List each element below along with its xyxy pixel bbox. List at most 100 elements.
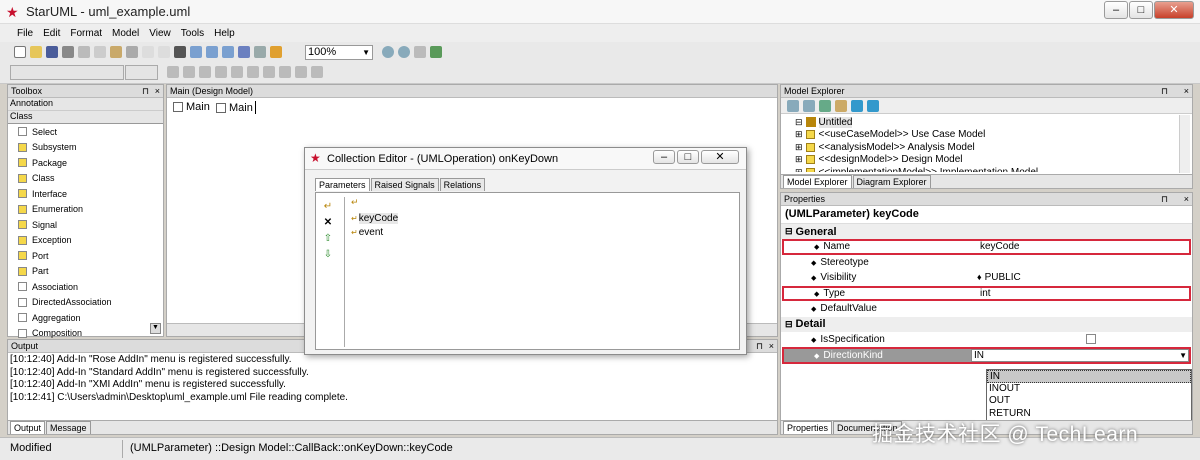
prop-value[interactable]: int — [974, 288, 991, 299]
paste-icon[interactable] — [110, 46, 122, 58]
find-icon[interactable] — [174, 46, 186, 58]
diagram-tab-main[interactable]: Main — [173, 101, 210, 113]
dropdown-option-in[interactable]: IN — [987, 370, 1191, 383]
toolbox-item-select[interactable]: Select — [8, 124, 163, 140]
dropdown-option-inout[interactable]: INOUT — [987, 383, 1191, 396]
bring-front-icon[interactable] — [295, 66, 307, 78]
sort-desc-icon[interactable] — [803, 99, 815, 112]
redo-icon[interactable] — [158, 46, 170, 58]
toolbox-item-class[interactable]: Class — [8, 171, 163, 187]
dialog-close-button[interactable]: ✕ — [701, 150, 739, 164]
tree-root[interactable]: ⊟ Untitled — [795, 116, 1192, 129]
line-style-icon[interactable] — [215, 66, 227, 78]
tab-parameters[interactable]: Parameters — [315, 178, 370, 191]
tree-item[interactable]: ⊞ <<analysisModel>> Analysis Model — [795, 141, 1192, 154]
toolbox-item-exception[interactable]: Exception — [8, 233, 163, 249]
param-item[interactable]: ↵ event — [351, 225, 738, 239]
save-icon[interactable] — [46, 46, 58, 58]
close-icon[interactable]: × — [1184, 85, 1189, 97]
pin-icon[interactable]: ⊓ — [1161, 193, 1168, 205]
prop-row-name[interactable]: ◆ Name keyCode — [782, 239, 1191, 255]
isspecification-checkbox[interactable] — [1086, 334, 1096, 345]
dialog-maximize-button[interactable]: □ — [677, 150, 699, 164]
move-down-icon[interactable] — [867, 99, 879, 112]
diagram2-icon[interactable] — [206, 46, 218, 58]
param-item[interactable]: ↵ keyCode — [351, 211, 738, 225]
expand-icon[interactable]: ⊞ — [795, 129, 803, 140]
toolbox-item-part[interactable]: Part — [8, 264, 163, 280]
menu-edit[interactable]: Edit — [38, 28, 65, 39]
wand-icon[interactable] — [835, 99, 847, 112]
tree-item[interactable]: ⊞ <<designModel>> Design Model — [795, 154, 1192, 167]
toolbox-item-aggregation[interactable]: Aggregation — [8, 310, 163, 326]
zoom-out-icon[interactable] — [398, 46, 410, 58]
pin-icon[interactable]: ⊓ — [142, 85, 149, 97]
open-icon[interactable] — [30, 46, 42, 58]
toolbox-item-directedassociation[interactable]: DirectedAssociation — [8, 295, 163, 311]
expand-icon[interactable]: ⊞ — [795, 154, 803, 165]
add-param-icon[interactable]: ↵ — [321, 199, 335, 215]
menu-view[interactable]: View — [144, 28, 176, 39]
copy-icon[interactable] — [94, 46, 106, 58]
expand-icon[interactable]: ⊞ — [795, 142, 803, 153]
new-param-row[interactable]: ↵ — [351, 197, 738, 211]
export-icon[interactable] — [430, 46, 442, 58]
tree-item[interactable]: ⊞ <<implementationModel>> Implementation … — [795, 166, 1192, 172]
tree-item[interactable]: ⊞ <<useCaseModel>> Use Case Model — [795, 129, 1192, 142]
move-up-icon[interactable]: ⇧ — [321, 231, 335, 247]
toolbox-item-association[interactable]: Association — [8, 279, 163, 295]
section-general[interactable]: ⊟ General — [781, 224, 1192, 239]
prop-row-isspecification[interactable]: ◆ IsSpecification — [781, 332, 1192, 348]
align-top-icon[interactable] — [263, 66, 275, 78]
align-left-icon[interactable] — [231, 66, 243, 78]
toolbox-group-class[interactable]: Class — [8, 111, 163, 124]
menu-help[interactable]: Help — [209, 28, 240, 39]
menu-file[interactable]: File — [12, 28, 38, 39]
diagram-tab-main-2[interactable]: Main — [216, 101, 256, 114]
tab-model-explorer[interactable]: Model Explorer — [783, 175, 852, 188]
layout-icon[interactable] — [254, 46, 266, 58]
toolbox-item-subsystem[interactable]: Subsystem — [8, 140, 163, 156]
dialog-minimize-button[interactable]: – — [653, 150, 675, 164]
prop-row-defaultvalue[interactable]: ◆ DefaultValue — [781, 301, 1192, 317]
toolbox-item-package[interactable]: Package — [8, 155, 163, 171]
prop-value[interactable]: keyCode — [974, 241, 1019, 252]
diagram-icon[interactable] — [190, 46, 202, 58]
pin-icon[interactable]: ⊓ — [756, 340, 763, 352]
prop-row-visibility[interactable]: ◆ Visibility ♦ PUBLIC — [781, 270, 1192, 286]
line-color-icon[interactable] — [183, 66, 195, 78]
font-combo[interactable] — [10, 65, 124, 80]
send-back-icon[interactable] — [311, 66, 323, 78]
prop-row-directionkind[interactable]: ◆ DirectionKind IN ▼ — [782, 347, 1191, 364]
minimize-button[interactable]: – — [1104, 1, 1128, 19]
collapse-icon[interactable]: ⊟ — [795, 117, 803, 128]
tab-raised-signals[interactable]: Raised Signals — [370, 178, 439, 191]
section-detail[interactable]: ⊟ Detail — [781, 316, 1192, 332]
align-right-icon[interactable] — [247, 66, 259, 78]
move-up-icon[interactable] — [851, 99, 863, 112]
size-combo[interactable] — [125, 65, 158, 80]
tab-message[interactable]: Message — [46, 421, 91, 434]
maximize-button[interactable]: □ — [1129, 1, 1153, 19]
tab-properties[interactable]: Properties — [783, 421, 833, 434]
dropdown-option-out[interactable]: OUT — [987, 395, 1191, 408]
align-bottom-icon[interactable] — [279, 66, 291, 78]
font-color-icon[interactable] — [167, 66, 179, 78]
menu-format[interactable]: Format — [65, 28, 107, 39]
close-icon[interactable]: × — [1184, 193, 1189, 205]
undo-icon[interactable] — [142, 46, 154, 58]
zoom-combo[interactable]: 100% ▼ — [305, 45, 373, 60]
close-icon[interactable]: × — [769, 340, 774, 352]
add-element-icon[interactable] — [819, 99, 831, 112]
addin-icon[interactable] — [270, 46, 282, 58]
prop-row-stereotype[interactable]: ◆ Stereotype — [781, 255, 1192, 271]
new-icon[interactable] — [14, 46, 26, 58]
toolbox-group-annotation[interactable]: Annotation — [8, 98, 163, 111]
sort-icon[interactable] — [787, 99, 799, 112]
expand-icon[interactable]: ⊞ — [795, 167, 803, 172]
tab-relations[interactable]: Relations — [439, 178, 486, 191]
fill-color-icon[interactable] — [199, 66, 211, 78]
toolbox-scroll-down[interactable]: ▼ — [150, 323, 161, 334]
toolbox-item-signal[interactable]: Signal — [8, 217, 163, 233]
pin-icon[interactable]: ⊓ — [1161, 85, 1168, 97]
